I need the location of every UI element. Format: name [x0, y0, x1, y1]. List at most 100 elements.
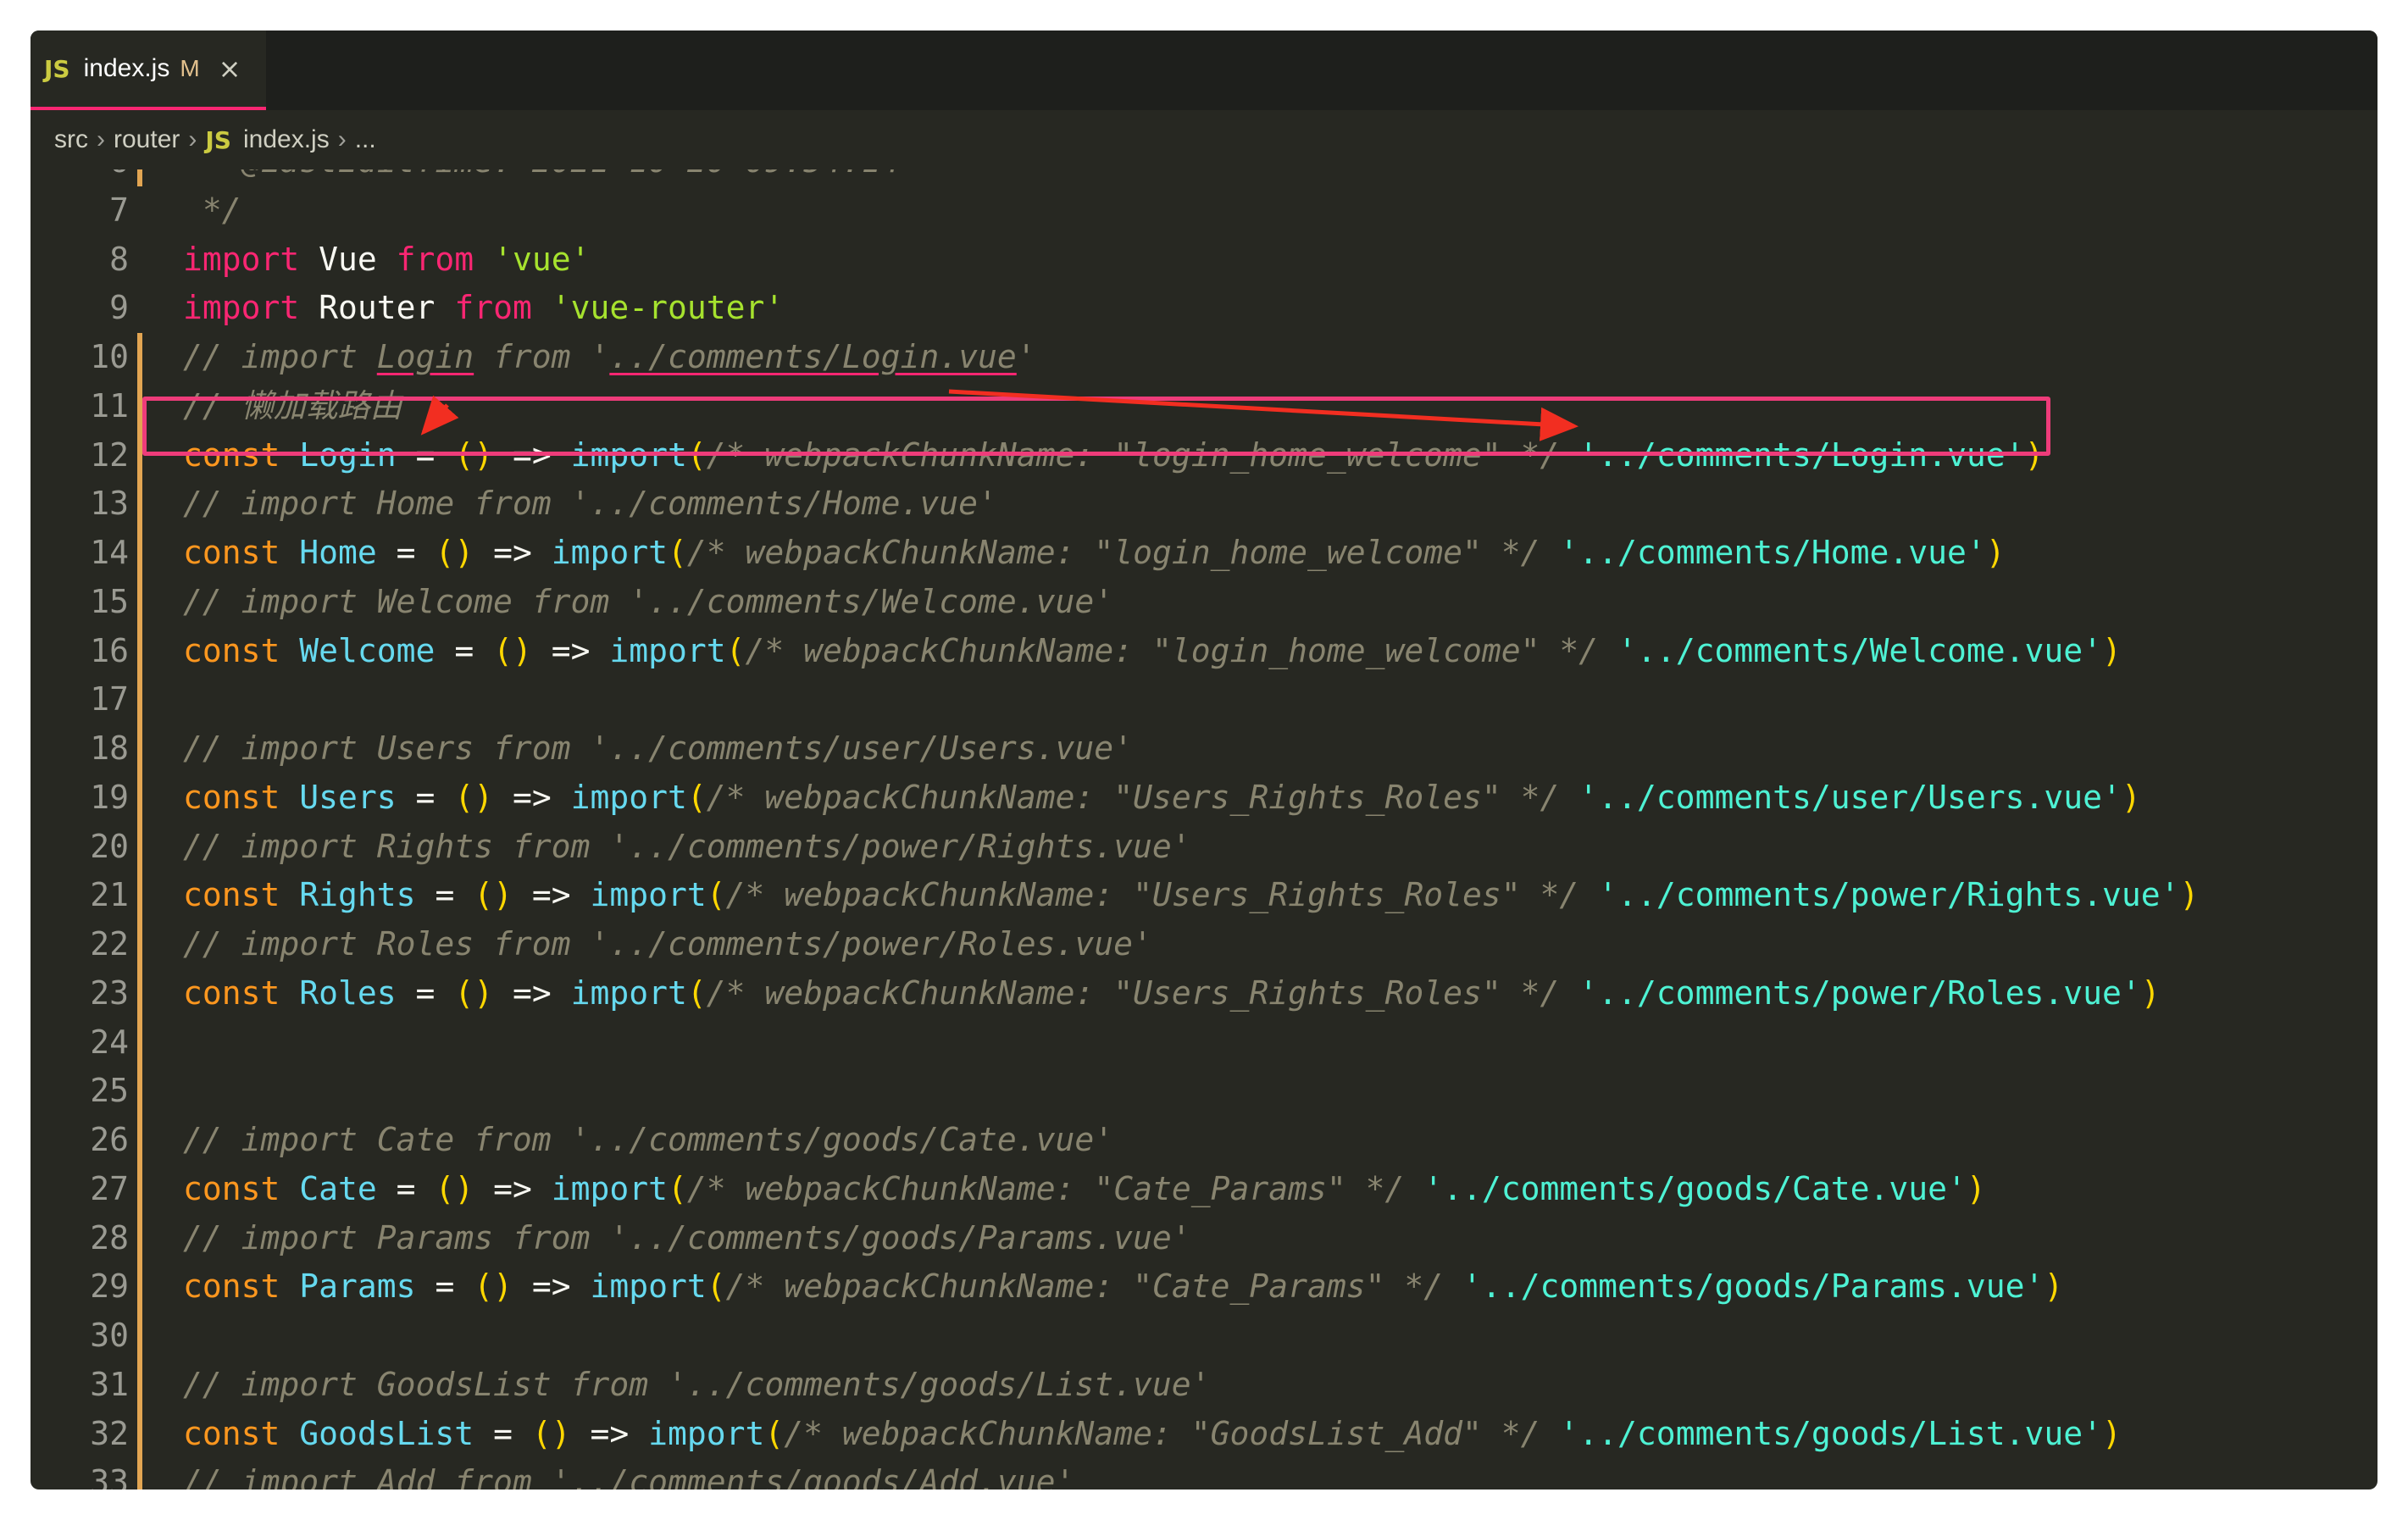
line-number: 24: [90, 1023, 129, 1061]
chevron-right-icon: ›: [337, 125, 347, 153]
code-token: '../comments/power/Roles.vue': [1579, 974, 2141, 1012]
js-file-icon: JS: [205, 125, 231, 154]
code-token: '../comments/user/Users.vue': [1579, 778, 2122, 816]
code-line[interactable]: 19 const Users = () => import(/* webpackC…: [31, 773, 2377, 823]
code-token: ): [1966, 1169, 1986, 1207]
modified-gutter-marker: [137, 773, 142, 823]
code-token: // import Cate from '../comments/goods/C…: [183, 1121, 1114, 1158]
code-token: (: [706, 1268, 726, 1306]
code-line[interactable]: 7 */: [31, 186, 2377, 236]
code-line[interactable]: 31 // import GoodsList from '../comments/…: [31, 1360, 2377, 1410]
code-line[interactable]: 29 const Params = () => import(/* webpack…: [31, 1262, 2377, 1312]
line-number: 15: [90, 582, 129, 620]
breadcrumb-item-router[interactable]: router: [114, 125, 180, 154]
code-token: /* webpackChunkName: "Users_Rights_Roles…: [725, 876, 1579, 914]
modified-gutter-marker: [137, 871, 142, 920]
code-line[interactable]: 25: [31, 1067, 2377, 1116]
code-token: (): [474, 876, 513, 914]
code-text: const Params = () => import(/* webpackCh…: [183, 1262, 2063, 1312]
code-token: Login: [376, 338, 474, 375]
code-token: const: [183, 1169, 280, 1207]
code-line[interactable]: 24: [31, 1018, 2377, 1068]
code-line[interactable]: 33 // import Add from '../comments/goods/…: [31, 1458, 2377, 1489]
code-line[interactable]: 22 // import Roles from '../comments/powe…: [31, 920, 2377, 969]
code-line[interactable]: 9 import Router from 'vue-router': [31, 284, 2377, 333]
modified-gutter-marker: [137, 822, 142, 872]
code-token: /* webpackChunkName: "Users_Rights_Roles…: [706, 778, 1560, 816]
modified-gutter-marker: [137, 920, 142, 969]
modified-gutter-marker: [137, 626, 142, 676]
code-token: ../comments/Login.vue: [609, 338, 1017, 375]
modified-gutter-marker: [137, 333, 142, 382]
code-token: =: [415, 1268, 474, 1306]
code-line[interactable]: 10 // import Login from '../comments/Logi…: [31, 333, 2377, 382]
code-token: =: [474, 1414, 532, 1452]
close-icon[interactable]: ×: [219, 53, 241, 85]
code-line[interactable]: 18 // import Users from '../comments/user…: [31, 724, 2377, 774]
breadcrumb-item-src[interactable]: src: [54, 125, 88, 154]
code-line[interactable]: 23 const Roles = () => import(/* webpackC…: [31, 968, 2377, 1018]
code-text: // import Login from '../comments/Login.…: [183, 333, 1036, 382]
line-number: 9: [109, 289, 129, 327]
line-number: 30: [90, 1317, 129, 1354]
code-token: const: [183, 631, 280, 669]
tab-index-js[interactable]: JS index.js M ×: [31, 31, 266, 110]
code-token: (): [454, 778, 494, 816]
code-line[interactable]: 14 const Home = () => import(/* webpackCh…: [31, 529, 2377, 578]
code-token: 'vue-router': [551, 289, 785, 327]
code-area[interactable]: 6 * @LastEditTime: 2021-10-20 09:54:147 …: [31, 169, 2377, 1489]
code-line[interactable]: 16 const Welcome = () => import(/* webpac…: [31, 626, 2377, 676]
code-text: const Rights = () => import(/* webpackCh…: [183, 871, 2199, 920]
code-token: import: [570, 778, 687, 816]
code-line[interactable]: 27 const Cate = () => import(/* webpackCh…: [31, 1164, 2377, 1214]
line-number: 16: [90, 631, 129, 669]
code-text: // import Users from '../comments/user/U…: [183, 724, 1133, 774]
code-text: // import Rights from '../comments/power…: [183, 823, 1191, 872]
code-token: =>: [512, 876, 591, 914]
code-token: const: [183, 534, 280, 571]
code-token: Home: [299, 534, 377, 571]
code-token: =: [376, 534, 436, 571]
code-token: // import Users from '../comments/user/U…: [183, 729, 1134, 767]
breadcrumb-item-symbols[interactable]: ...: [355, 125, 376, 154]
code-text: const GoodsList = () => import(/* webpac…: [183, 1410, 2122, 1459]
code-token: ': [1016, 338, 1036, 375]
code-line[interactable]: 13 // import Home from '../comments/Home.…: [31, 480, 2377, 529]
code-text: // import Roles from '../comments/power/…: [183, 920, 1152, 969]
code-text: // import Welcome from '../comments/Welc…: [183, 578, 1113, 627]
chevron-right-icon: ›: [188, 125, 197, 153]
code-token: =>: [512, 1268, 591, 1306]
line-number: 20: [90, 827, 129, 865]
code-text: // import Cate from '../comments/goods/C…: [183, 1116, 1113, 1165]
line-number: 29: [90, 1268, 129, 1306]
code-line[interactable]: 32 const GoodsList = () => import(/* webp…: [31, 1409, 2377, 1459]
code-line[interactable]: 20 // import Rights from '../comments/pow…: [31, 822, 2377, 872]
code-line[interactable]: 30: [31, 1312, 2377, 1361]
line-number: 27: [90, 1169, 129, 1207]
modified-gutter-marker: [137, 724, 142, 774]
code-line[interactable]: 17: [31, 675, 2377, 724]
code-token: /* webpackChunkName: "Cate_Params" */: [725, 1268, 1444, 1306]
line-number: 7: [109, 191, 129, 229]
line-number: 32: [90, 1414, 129, 1452]
code-line[interactable]: 15 // import Welcome from '../comments/We…: [31, 577, 2377, 627]
js-file-icon: JS: [44, 54, 70, 83]
code-line[interactable]: 6 * @LastEditTime: 2021-10-20 09:54:14: [31, 169, 2377, 186]
code-token: /* webpackChunkName: "Cate_Params" */: [686, 1169, 1405, 1207]
code-line[interactable]: 26 // import Cate from '../comments/goods…: [31, 1116, 2377, 1165]
breadcrumb-item-file[interactable]: index.js: [243, 125, 330, 154]
code-line[interactable]: 21 const Rights = () => import(/* webpack…: [31, 871, 2377, 920]
modified-gutter-marker: [137, 169, 142, 186]
modified-gutter-marker: [137, 968, 142, 1018]
code-token: import: [609, 631, 726, 669]
code-token: // import: [183, 338, 377, 375]
code-line[interactable]: 28 // import Params from '../comments/goo…: [31, 1213, 2377, 1263]
code-token: import: [590, 1268, 707, 1306]
code-line[interactable]: 8 import Vue from 'vue': [31, 236, 2377, 285]
code-token: ): [2140, 974, 2161, 1012]
line-number: 21: [90, 876, 129, 914]
